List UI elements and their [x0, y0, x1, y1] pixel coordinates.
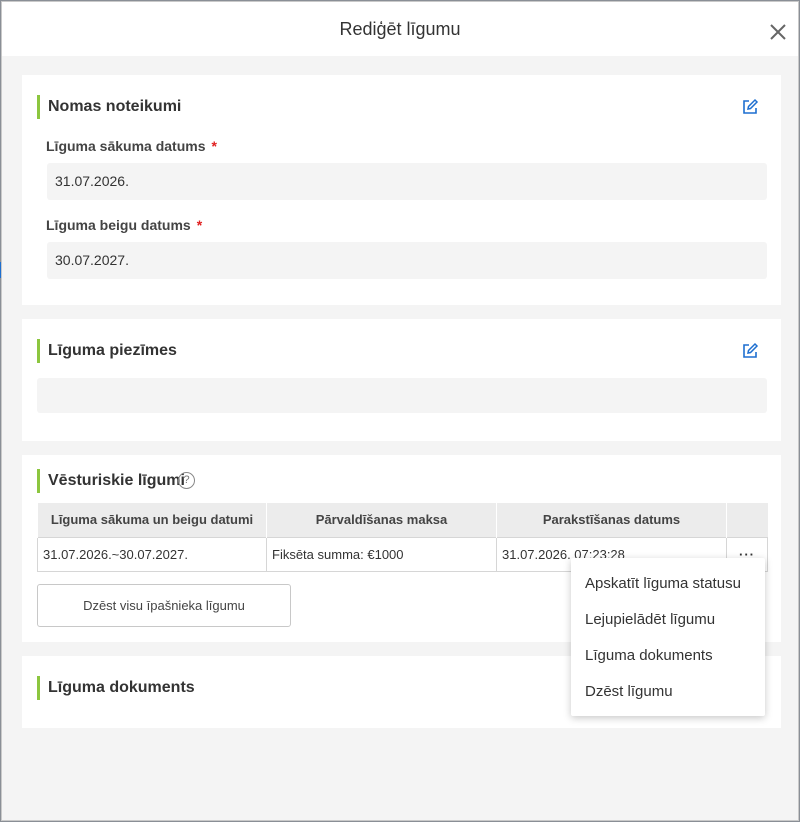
menu-item-view-status[interactable]: Apskatīt līguma statusu — [571, 566, 765, 602]
contract-document-title: Līguma dokuments — [37, 676, 195, 700]
modal-title: Rediģēt līgumu — [339, 19, 461, 39]
contract-notes-section: Līguma piezīmes — [22, 319, 781, 441]
fee-cell: Fiksēta summa: €1000 — [266, 536, 497, 572]
delete-all-owner-contracts-button[interactable]: Dzēst visu īpašnieka līgumu — [37, 584, 291, 627]
modal-header: Rediģēt līgumu — [2, 2, 798, 56]
end-date-field[interactable]: 30.07.2027. — [47, 242, 767, 279]
start-date-label-text: Līguma sākuma datums — [46, 138, 206, 154]
required-mark: * — [211, 138, 217, 154]
end-date-label-text: Līguma beigu datums — [46, 217, 191, 233]
menu-item-download-contract[interactable]: Lejupielādēt līgumu — [571, 602, 765, 638]
required-mark: * — [196, 217, 203, 233]
column-header-actions — [726, 503, 768, 537]
history-title: Vēsturiskie līgumi — [37, 469, 185, 493]
menu-item-delete-contract[interactable]: Dzēst līgumu — [571, 674, 765, 710]
column-header: Līguma sākuma un beigu datumi — [37, 503, 267, 537]
help-icon[interactable]: ? — [178, 472, 195, 489]
rental-terms-title: Nomas noteikumi — [37, 95, 181, 119]
edit-icon[interactable] — [741, 98, 759, 116]
rental-terms-section: Nomas noteikumi Līguma sākuma datums * 31… — [22, 75, 781, 305]
menu-item-contract-document[interactable]: Līguma dokuments — [571, 638, 765, 674]
end-date-label: Līguma beigu datums * — [46, 217, 202, 233]
close-icon[interactable] — [768, 22, 788, 42]
column-header: Pārvaldīšanas maksa — [266, 503, 497, 537]
period-cell: 31.07.2026.~30.07.2027. — [37, 536, 267, 572]
start-date-label: Līguma sākuma datums * — [46, 138, 217, 154]
table-header-row: Līguma sākuma un beigu datumi Pārvaldīša… — [37, 503, 768, 537]
contract-notes-field[interactable] — [37, 378, 767, 413]
actions-dropdown-menu: Apskatīt līguma statusu Lejupielādēt līg… — [571, 558, 765, 716]
column-header: Parakstīšanas datums — [496, 503, 727, 537]
edit-icon[interactable] — [741, 342, 759, 360]
start-date-field[interactable]: 31.07.2026. — [47, 163, 767, 200]
contract-notes-title: Līguma piezīmes — [37, 339, 177, 363]
